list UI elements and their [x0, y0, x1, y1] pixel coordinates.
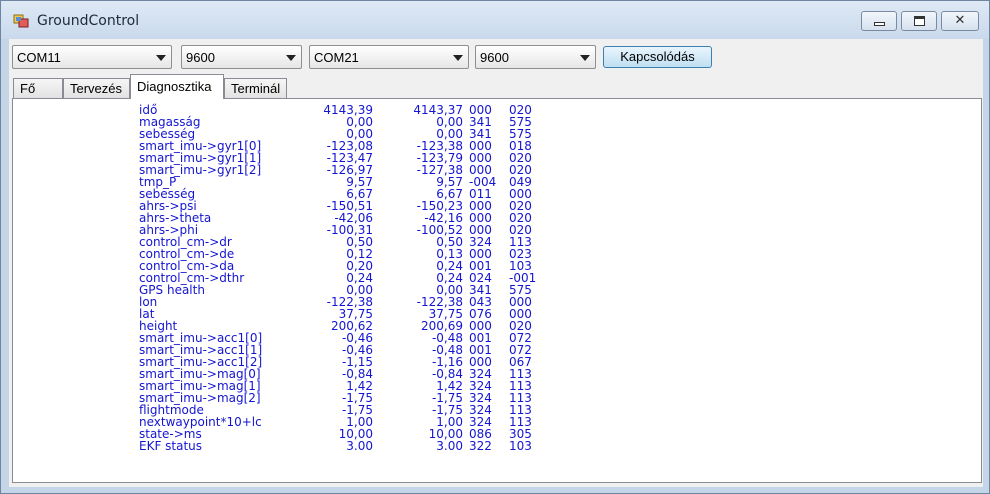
tab-fo[interactable]: Fő: [13, 78, 63, 98]
title-bar[interactable]: GroundControl ✕: [1, 1, 989, 39]
close-button[interactable]: ✕: [941, 11, 979, 31]
minimize-button[interactable]: [861, 11, 897, 31]
minimize-icon: [874, 22, 885, 26]
port2-value: COM21: [314, 50, 359, 65]
list-item: EKF status 3.00 3.00 322 103: [139, 440, 559, 452]
maximize-icon: [914, 16, 925, 26]
maximize-button[interactable]: [901, 11, 937, 31]
diag-raw-b: 103: [509, 439, 532, 453]
connect-button[interactable]: Kapcsolódás: [603, 46, 712, 68]
window-title: GroundControl: [37, 13, 140, 29]
baud2-select[interactable]: 9600: [475, 45, 596, 69]
app-icon: [13, 14, 29, 28]
port2-select[interactable]: COM21: [309, 45, 469, 69]
chevron-down-icon: [453, 55, 463, 61]
tab-terminal[interactable]: Terminál: [224, 78, 287, 98]
diag-value-2: 3.00: [436, 439, 463, 453]
chevron-down-icon: [156, 55, 166, 61]
main-window: GroundControl ✕ COM11 9600 COM21 9600 Ka…: [0, 0, 990, 494]
tab-tervezes[interactable]: Tervezés: [63, 78, 130, 98]
port1-value: COM11: [17, 50, 61, 65]
tab-diagnosztika[interactable]: Diagnosztika: [130, 74, 224, 99]
diagnostics-panel: idő 4143,39 4143,37 000 020 magasság 0,00 0,00 3…: [12, 98, 982, 483]
baud2-value: 9600: [480, 50, 509, 65]
diag-value-1: 3.00: [346, 439, 373, 453]
close-icon: ✕: [954, 13, 966, 28]
baud1-select[interactable]: 9600: [181, 45, 302, 69]
diag-name: EKF status: [139, 439, 203, 453]
diag-raw-a: 322: [469, 439, 492, 453]
chevron-down-icon: [286, 55, 296, 61]
port1-select[interactable]: COM11: [12, 45, 172, 69]
baud1-value: 9600: [186, 50, 215, 65]
diagnostics-list: idő 4143,39 4143,37 000 020 magasság 0,00 0,00 3…: [139, 104, 559, 452]
chevron-down-icon: [580, 55, 590, 61]
client-area: COM11 9600 COM21 9600 Kapcsolódás Fő Ter…: [9, 39, 983, 487]
